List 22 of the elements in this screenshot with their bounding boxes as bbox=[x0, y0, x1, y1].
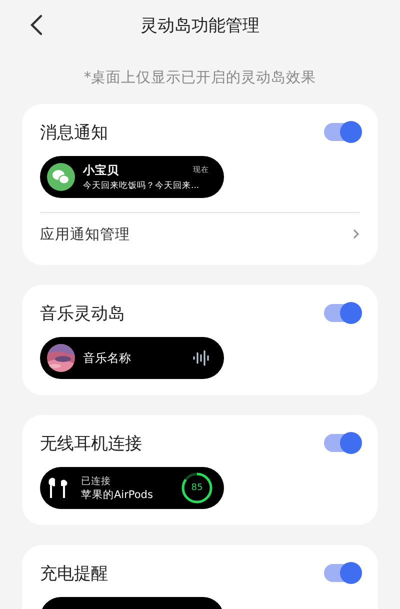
app-notification-link[interactable]: 应用通知管理 bbox=[40, 213, 360, 255]
earbuds-icon bbox=[47, 476, 69, 500]
message-text: 今天回来吃饭吗？今天回来... bbox=[83, 180, 200, 192]
toggle-switch[interactable] bbox=[324, 434, 360, 452]
back-icon[interactable] bbox=[29, 14, 43, 36]
chevron-icon bbox=[352, 228, 360, 240]
toggle-switch[interactable] bbox=[324, 304, 360, 322]
sender-name: 小宝贝 bbox=[83, 162, 119, 178]
page-title: 灵动岛功能管理 bbox=[140, 14, 260, 36]
battery-ring: 85 bbox=[181, 472, 213, 504]
section-title: 充电提醒 bbox=[40, 562, 108, 584]
section-title: 音乐灵动岛 bbox=[40, 302, 125, 324]
section-title: 无线耳机连接 bbox=[40, 432, 142, 454]
toggle-switch[interactable] bbox=[324, 564, 360, 582]
song-title: 音乐名称 bbox=[83, 350, 132, 366]
toggle-switch[interactable] bbox=[324, 123, 360, 141]
hint-text: *桌面上仅显示已开启的灵动岛效果 bbox=[82, 68, 318, 87]
section-title: 消息通知 bbox=[40, 122, 108, 144]
sound-wave-icon bbox=[193, 350, 211, 366]
chat-app-icon bbox=[47, 163, 75, 191]
status-label: 已连接 bbox=[81, 474, 112, 488]
device-name: 苹果的AirPods bbox=[81, 488, 154, 502]
